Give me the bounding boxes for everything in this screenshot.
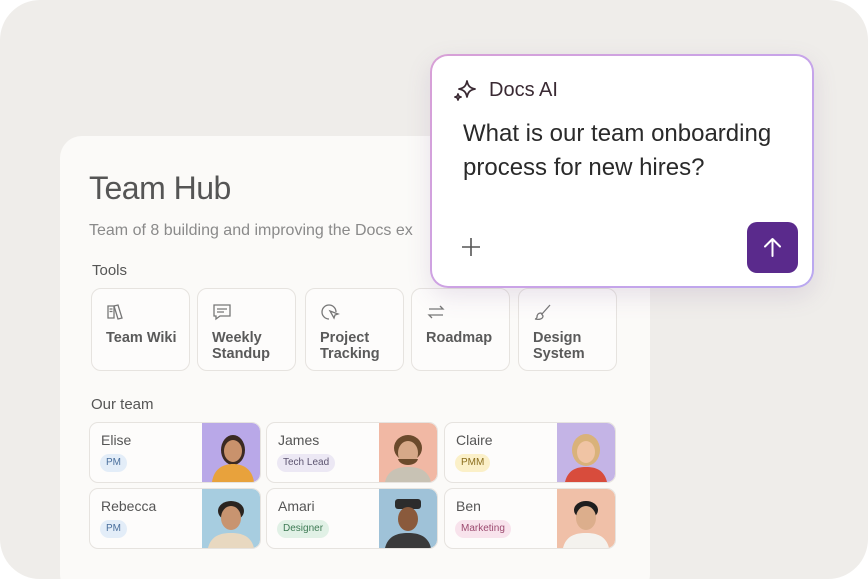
tools-heading: Tools bbox=[92, 262, 128, 279]
tool-design-system[interactable]: Design System bbox=[518, 288, 617, 371]
avatar bbox=[557, 489, 615, 548]
avatar bbox=[202, 489, 260, 548]
role-badge: PM bbox=[100, 454, 127, 472]
docs-ai-panel: Docs AI What is our team onboarding proc… bbox=[430, 54, 814, 288]
tool-label: Weekly Standup bbox=[212, 330, 270, 362]
team-description: Team of 8 building and improving the Doc… bbox=[89, 222, 413, 239]
member-name: Amari bbox=[278, 498, 315, 514]
plus-icon[interactable] bbox=[460, 236, 482, 258]
role-badge: PM bbox=[100, 520, 127, 538]
sparkle-icon bbox=[454, 80, 476, 101]
page-title: Team Hub bbox=[89, 170, 231, 206]
send-button[interactable] bbox=[747, 222, 798, 273]
member-card-james[interactable]: James Tech Lead bbox=[266, 422, 438, 483]
ai-prompt-input[interactable]: What is our team onboarding process for … bbox=[463, 117, 783, 185]
member-card-rebecca[interactable]: Rebecca PM bbox=[89, 488, 261, 549]
arrow-up-icon bbox=[764, 238, 781, 257]
member-name: James bbox=[278, 432, 320, 448]
member-name: Rebecca bbox=[101, 498, 157, 514]
role-badge: Tech Lead bbox=[277, 454, 336, 472]
book-icon bbox=[107, 304, 123, 320]
brush-icon bbox=[534, 304, 551, 321]
arrows-exchange-icon bbox=[427, 305, 445, 319]
member-name: Elise bbox=[101, 432, 132, 448]
team-heading: Our team bbox=[91, 396, 154, 413]
member-card-amari[interactable]: Amari Designer bbox=[266, 488, 438, 549]
member-card-claire[interactable]: Claire PMM bbox=[444, 422, 616, 483]
docs-ai-title: Docs AI bbox=[489, 79, 558, 101]
chat-icon bbox=[213, 304, 231, 321]
avatar bbox=[557, 423, 615, 482]
member-card-ben[interactable]: Ben Marketing bbox=[444, 488, 616, 549]
tool-label: Roadmap bbox=[426, 330, 493, 346]
avatar bbox=[379, 423, 437, 482]
tool-label: Team Wiki bbox=[106, 330, 177, 346]
member-name: Ben bbox=[456, 498, 481, 514]
tool-team-wiki[interactable]: Team Wiki bbox=[91, 288, 190, 371]
role-badge: PMM bbox=[455, 454, 491, 472]
tool-roadmap[interactable]: Roadmap bbox=[411, 288, 510, 371]
tool-label: Design System bbox=[533, 330, 585, 362]
tool-project-tracking[interactable]: Project Tracking bbox=[305, 288, 404, 371]
role-badge: Marketing bbox=[455, 520, 511, 538]
tool-label: Project Tracking bbox=[320, 330, 380, 362]
tool-weekly-standup[interactable]: Weekly Standup bbox=[197, 288, 296, 371]
member-name: Claire bbox=[456, 432, 493, 448]
avatar bbox=[202, 423, 260, 482]
member-card-elise[interactable]: Elise PM bbox=[89, 422, 261, 483]
app-frame: Team Hub Team of 8 building and improvin… bbox=[0, 0, 868, 579]
cursor-click-icon bbox=[321, 304, 340, 320]
avatar bbox=[379, 489, 437, 548]
role-badge: Designer bbox=[277, 520, 330, 538]
